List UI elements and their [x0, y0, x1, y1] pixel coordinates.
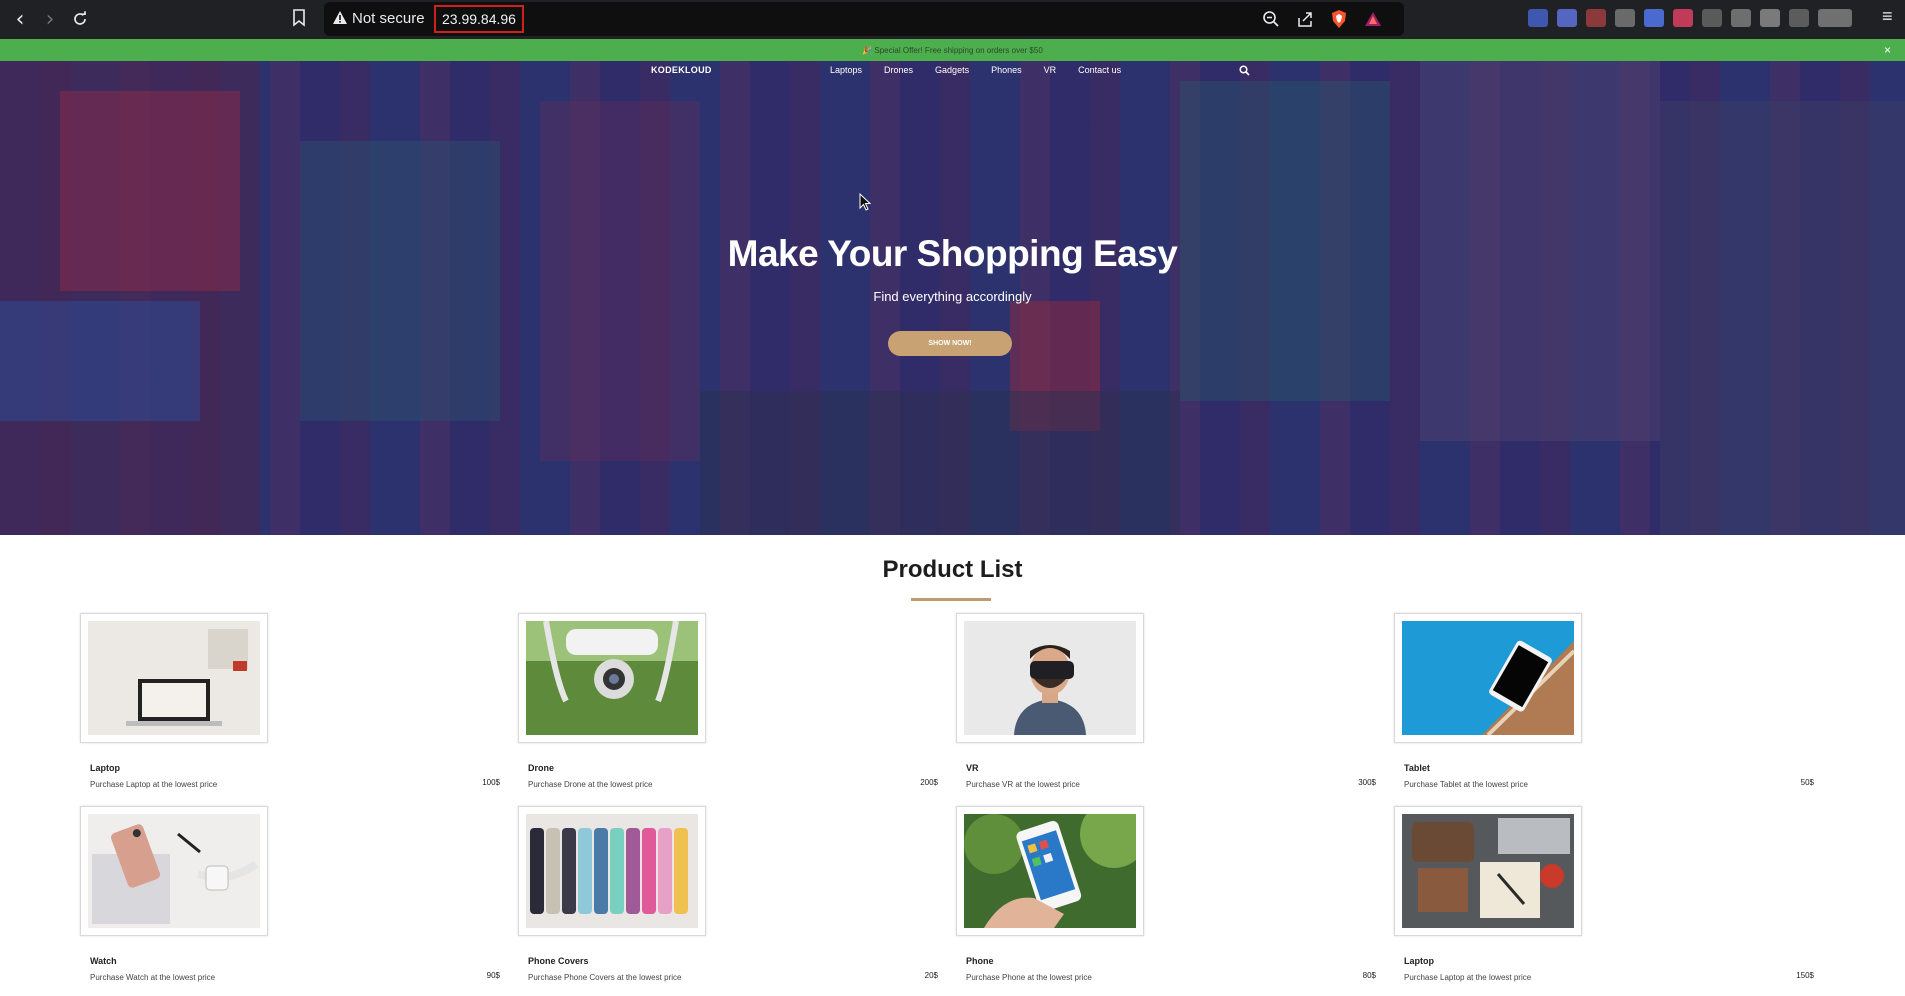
promo-text: 🎉 Special Offer! Free shipping on orders…	[862, 45, 1043, 55]
extension-icon[interactable]	[1789, 9, 1809, 27]
warning-icon[interactable]	[332, 10, 348, 30]
brave-shield-icon[interactable]	[1328, 8, 1350, 30]
reload-icon[interactable]	[66, 5, 94, 33]
product-price: 150$	[1796, 971, 1814, 980]
product-name: Watch	[90, 956, 117, 966]
nav-drones[interactable]: Drones	[884, 65, 913, 75]
product-desc: Purchase Drone at the lowest price	[528, 780, 653, 789]
forward-icon[interactable]: ›	[36, 5, 64, 33]
product-card-tablet[interactable]: Tablet Purchase Tablet at the lowest pri…	[1394, 613, 1844, 803]
tablet-photo[interactable]	[1394, 613, 1582, 743]
product-name: VR	[966, 763, 979, 773]
url-text[interactable]: 23.99.84.96	[434, 5, 524, 33]
share-icon[interactable]	[1294, 8, 1316, 30]
zoom-icon[interactable]	[1260, 8, 1282, 30]
nav-gadgets[interactable]: Gadgets	[935, 65, 969, 75]
product-name: Tablet	[1404, 763, 1430, 773]
product-card-laptop[interactable]: Laptop Purchase Laptop at the lowest pri…	[80, 613, 530, 803]
search-icon[interactable]	[1239, 63, 1250, 81]
extension-icon[interactable]	[1673, 9, 1693, 27]
product-price: 200$	[920, 778, 938, 787]
address-bar[interactable]: Not secure 23.99.84.96	[324, 2, 1404, 36]
extensions-bar	[1528, 9, 1852, 27]
product-desc: Purchase Phone at the lowest price	[966, 973, 1092, 982]
extension-icon[interactable]	[1557, 9, 1577, 27]
watch-photo[interactable]	[80, 806, 268, 936]
product-price: 90$	[486, 971, 500, 980]
product-desc: Purchase Laptop at the lowest price	[1404, 973, 1532, 982]
shop-now-button[interactable]: SHOW NOW!	[888, 331, 1012, 356]
product-price: 80$	[1362, 971, 1376, 980]
main-nav: Laptops Drones Gadgets Phones VR Contact…	[830, 65, 1121, 75]
laptop-photo[interactable]	[80, 613, 268, 743]
phone-photo[interactable]	[956, 806, 1144, 936]
brand-logo[interactable]: KODEKLOUD	[651, 65, 712, 75]
drone-photo[interactable]	[518, 613, 706, 743]
title-underline	[911, 598, 991, 601]
product-card-laptop-2[interactable]: Laptop Purchase Laptop at the lowest pri…	[1394, 806, 1844, 996]
product-price: 20$	[924, 971, 938, 980]
product-desc: Purchase Phone Covers at the lowest pric…	[528, 973, 682, 982]
extension-icon[interactable]	[1528, 9, 1548, 27]
menu-icon[interactable]: ≡	[1882, 6, 1893, 27]
product-card-drone[interactable]: Drone Purchase Drone at the lowest price…	[518, 613, 968, 803]
laptop-desk-photo[interactable]	[1394, 806, 1582, 936]
product-name: Drone	[528, 763, 555, 773]
product-card-watch[interactable]: Watch Purchase Watch at the lowest price…	[80, 806, 530, 996]
extension-icon[interactable]	[1615, 9, 1635, 27]
product-price: 300$	[1358, 778, 1376, 787]
product-desc: Purchase Tablet at the lowest price	[1404, 780, 1528, 789]
nav-laptops[interactable]: Laptops	[830, 65, 862, 75]
product-name: Phone	[966, 956, 994, 966]
extension-icon[interactable]	[1702, 9, 1722, 27]
product-card-phone[interactable]: Phone Purchase Phone at the lowest price…	[956, 806, 1406, 996]
nav-phones[interactable]: Phones	[991, 65, 1022, 75]
product-card-phone-covers[interactable]: Phone Covers Purchase Phone Covers at th…	[518, 806, 968, 996]
product-desc: Purchase Laptop at the lowest price	[90, 780, 218, 789]
hero-title: Make Your Shopping Easy	[727, 233, 1178, 274]
security-label[interactable]: Not secure	[352, 10, 425, 27]
extension-icon[interactable]	[1644, 9, 1664, 27]
product-name: Phone Covers	[528, 956, 589, 966]
extension-icon[interactable]	[1731, 9, 1751, 27]
product-desc: Purchase VR at the lowest price	[966, 780, 1080, 789]
product-price: 50$	[1800, 778, 1814, 787]
extension-icon[interactable]	[1818, 9, 1852, 27]
product-price: 100$	[482, 778, 500, 787]
extension-icon[interactable]	[1760, 9, 1780, 27]
promo-bar: 🎉 Special Offer! Free shipping on orders…	[0, 39, 1905, 61]
product-list-title: Product List	[882, 556, 1023, 583]
nav-contact[interactable]: Contact us	[1078, 65, 1121, 75]
browser-toolbar: ‹ › Not secure 23.99.84.96 ≡	[0, 0, 1905, 39]
product-name: Laptop	[90, 763, 120, 773]
brave-rewards-icon[interactable]	[1362, 8, 1384, 30]
nav-vr[interactable]: VR	[1044, 65, 1057, 75]
product-desc: Purchase Watch at the lowest price	[90, 973, 216, 982]
close-icon[interactable]: ×	[1884, 43, 1891, 57]
product-card-vr[interactable]: VR Purchase VR at the lowest price 300$	[956, 613, 1406, 803]
back-icon[interactable]: ‹	[6, 5, 34, 33]
bookmark-icon[interactable]	[292, 9, 306, 32]
mouse-cursor-icon	[859, 193, 871, 211]
hero-subtitle: Find everything accordingly	[873, 289, 1032, 304]
extension-icon[interactable]	[1586, 9, 1606, 27]
product-name: Laptop	[1404, 956, 1434, 966]
vr-photo[interactable]	[956, 613, 1144, 743]
hero-section: KODEKLOUD Laptops Drones Gadgets Phones …	[0, 61, 1905, 535]
phone-covers-photo[interactable]	[518, 806, 706, 936]
